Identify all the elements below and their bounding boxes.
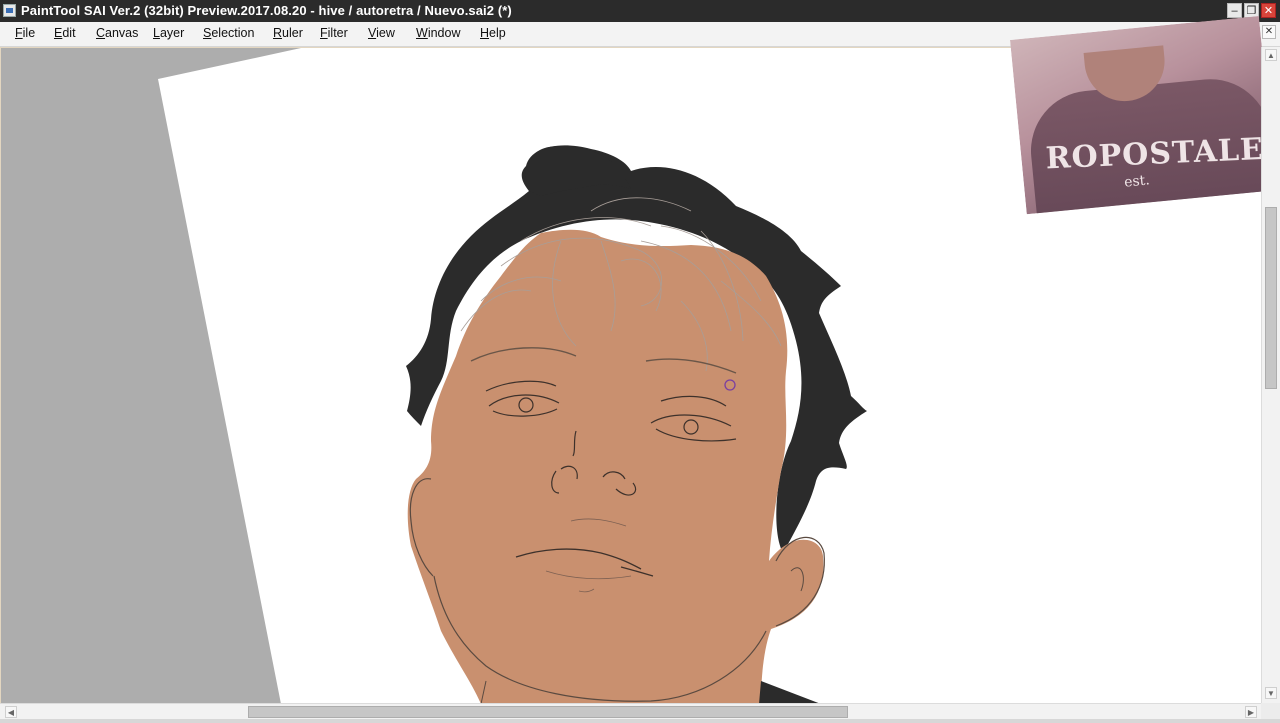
menu-view[interactable]: View [368, 26, 395, 40]
menu-layer-label: ayer [159, 26, 185, 40]
menu-help-label: elp [489, 26, 506, 40]
mdi-close-button[interactable]: ✕ [1262, 25, 1276, 39]
menu-ruler-label: uler [282, 26, 303, 40]
menu-canvas-label: anvas [105, 26, 139, 40]
menu-canvas[interactable]: Canvas [96, 26, 138, 40]
menu-window-label: indow [427, 26, 461, 40]
scroll-down-arrow-icon[interactable]: ▼ [1265, 687, 1277, 699]
scroll-left-arrow-icon[interactable]: ◀ [5, 706, 17, 718]
menu-layer[interactable]: Layer [153, 26, 184, 40]
menu-selection[interactable]: Selection [203, 26, 254, 40]
scroll-right-arrow-icon[interactable]: ▶ [1245, 706, 1257, 718]
menu-edit-label: dit [62, 26, 76, 40]
webcam-overlay: ROPOSTALE est. [1010, 16, 1276, 215]
menu-file-accel: F [15, 26, 23, 40]
menu-canvas-accel: C [96, 26, 106, 40]
vertical-scroll-thumb[interactable] [1265, 207, 1277, 389]
scrollbar-corner [1261, 703, 1280, 719]
menu-window[interactable]: Window [416, 26, 460, 40]
menu-view-accel: V [368, 26, 377, 40]
menu-layer-accel: L [153, 26, 160, 40]
menu-window-accel: W [416, 26, 428, 40]
title-bar: PaintTool SAI Ver.2 (32bit) Preview.2017… [0, 0, 1280, 22]
horizontal-scroll-thumb[interactable] [248, 706, 848, 718]
vertical-scrollbar[interactable]: ▲ ▼ [1261, 47, 1280, 703]
menu-help-accel: H [480, 26, 490, 40]
menu-edit[interactable]: Edit [54, 26, 76, 40]
app-icon [3, 4, 16, 17]
bottom-strip [0, 719, 1280, 723]
window-title: PaintTool SAI Ver.2 (32bit) Preview.2017… [21, 3, 512, 18]
menu-file[interactable]: File [15, 26, 35, 40]
menu-ruler[interactable]: Ruler [273, 26, 303, 40]
menu-filter-accel: F [320, 26, 328, 40]
close-button[interactable]: ✕ [1261, 3, 1276, 18]
workspace-area [1, 48, 301, 703]
menu-ruler-accel: R [273, 26, 283, 40]
horizontal-scrollbar[interactable]: ◀ ▶ [0, 703, 1261, 719]
menu-file-label: ile [22, 26, 36, 40]
minimize-button[interactable]: – [1227, 3, 1242, 18]
menu-selection-label: election [211, 26, 255, 40]
scroll-up-arrow-icon[interactable]: ▲ [1265, 49, 1277, 61]
menu-help[interactable]: Help [480, 26, 506, 40]
menu-filter-label: ilter [327, 26, 348, 40]
menu-filter[interactable]: Filter [320, 26, 348, 40]
shirt-collar [759, 681, 819, 703]
webcam-shirt-subtext: est. [1123, 172, 1151, 191]
menu-view-label: iew [376, 26, 395, 40]
